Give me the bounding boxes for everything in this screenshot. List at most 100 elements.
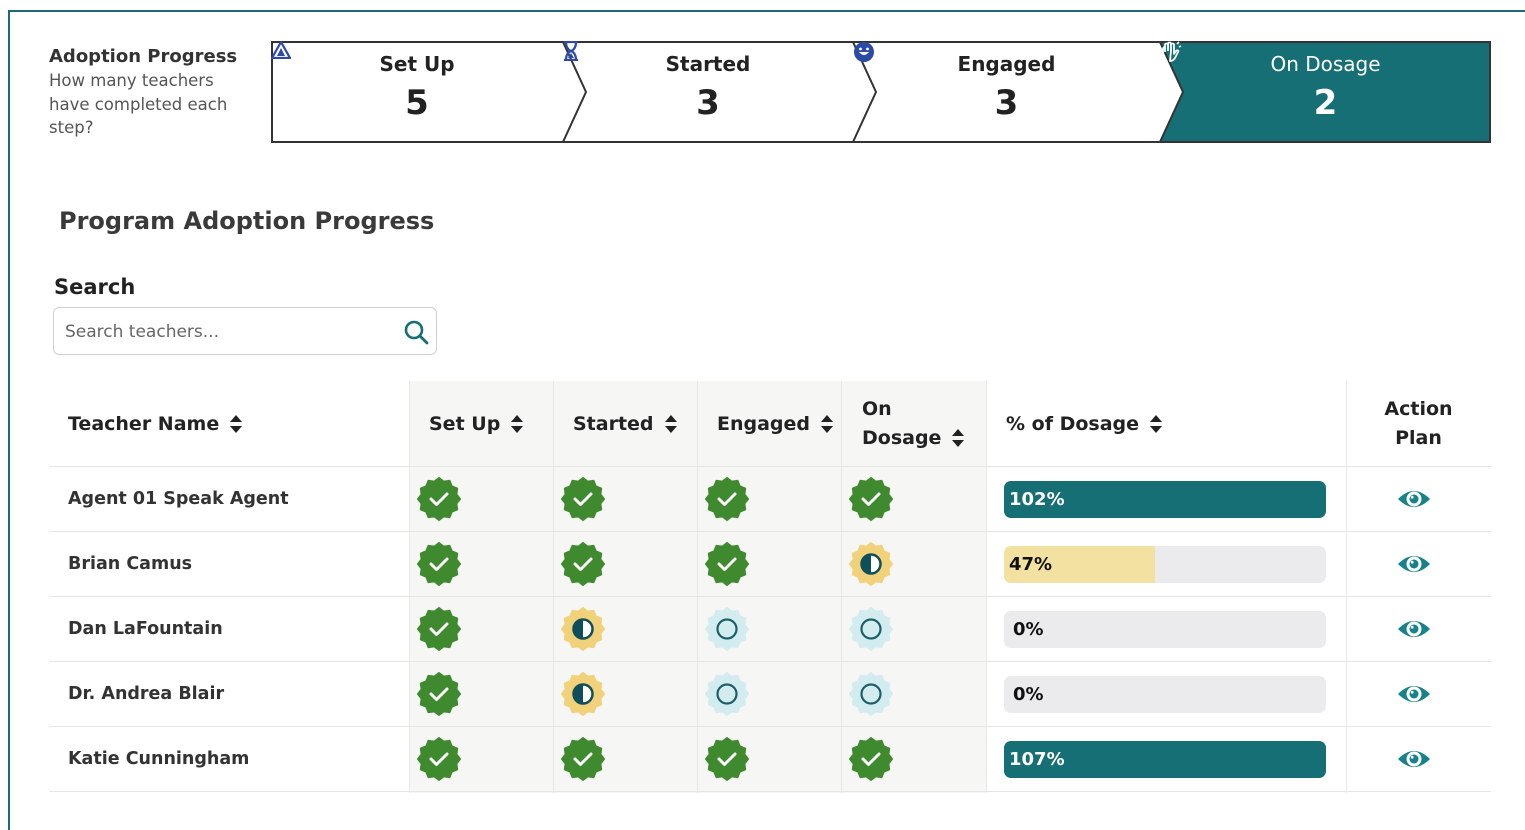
step-on-dosage-count: 2 <box>1313 83 1338 123</box>
table-row: Dr. Andrea Blair 0% <box>49 662 1491 727</box>
dosage-progress-bar: 47% <box>1004 545 1326 583</box>
dosage-progress-bar: 107% <box>1004 740 1326 778</box>
header-engaged[interactable]: Engaged <box>717 381 834 466</box>
page-title: Program Adoption Progress <box>59 207 435 235</box>
teacher-name: Dr. Andrea Blair <box>68 684 225 704</box>
status-engaged <box>697 597 749 661</box>
step-started: Started 3 <box>563 41 853 143</box>
dosage-progress-bar: 0% <box>1004 675 1326 713</box>
dosage-cell: 107% <box>986 727 1326 791</box>
step-setup: Set Up 5 <box>271 41 563 143</box>
table-row: Agent 01 Speak Agent 102% <box>49 467 1491 532</box>
status-started <box>553 597 605 661</box>
check-badge-icon <box>705 477 749 521</box>
adoption-progress-description: How many teachers have completed each st… <box>49 71 228 137</box>
action-plan-cell <box>1346 662 1481 726</box>
status-engaged <box>697 467 749 531</box>
status-setup <box>409 597 461 661</box>
step-on-dosage-label: On Dosage <box>1270 52 1381 76</box>
teacher-name: Katie Cunningham <box>68 749 250 769</box>
dosage-progress-bar: 0% <box>1004 610 1326 648</box>
step-setup-label: Set Up <box>379 52 455 76</box>
status-started <box>553 467 605 531</box>
smile-icon <box>854 42 874 62</box>
check-badge-icon <box>417 542 461 586</box>
status-engaged <box>697 727 749 791</box>
sort-icon <box>230 414 243 433</box>
check-badge-icon <box>561 737 605 781</box>
half-circle-badge-icon <box>561 672 605 716</box>
check-badge-icon <box>417 737 461 781</box>
sort-icon <box>664 414 677 433</box>
action-plan-cell <box>1346 467 1481 531</box>
half-circle-badge-icon <box>561 607 605 651</box>
header-started[interactable]: Started <box>573 381 678 466</box>
table-row: Katie Cunningham 107% <box>49 727 1491 792</box>
header-percent-dosage[interactable]: % of Dosage <box>1006 381 1163 466</box>
dosage-percent: 0% <box>1013 618 1044 640</box>
search-label: Search <box>54 275 136 299</box>
check-badge-icon <box>417 607 461 651</box>
check-badge-icon <box>705 737 749 781</box>
teacher-name: Agent 01 Speak Agent <box>68 489 289 509</box>
view-eye-icon[interactable] <box>1396 741 1432 777</box>
dosage-percent: 107% <box>1009 748 1065 770</box>
action-plan-cell <box>1346 727 1481 791</box>
sort-icon <box>952 429 965 447</box>
empty-circle-badge-icon <box>849 607 893 651</box>
adoption-progress-title: Adoption Progress <box>49 46 238 67</box>
adoption-steps: Set Up 5 Started 3 Engaged 3 On Dosage 2 <box>271 41 1491 143</box>
dosage-percent: 47% <box>1009 553 1053 575</box>
waving-hand-icon <box>1162 41 1182 62</box>
status-setup <box>409 467 461 531</box>
dosage-cell: 0% <box>986 662 1326 726</box>
empty-circle-badge-icon <box>849 672 893 716</box>
step-setup-count: 5 <box>405 83 429 123</box>
hourglass-icon <box>564 41 578 61</box>
header-action-plan: Action Plan <box>1384 397 1453 449</box>
empty-circle-badge-icon <box>705 607 749 651</box>
check-badge-icon <box>705 542 749 586</box>
status-setup <box>409 662 461 726</box>
status-started <box>553 727 605 791</box>
table-header-row: Teacher Name Set Up Started Engaged On D… <box>49 381 1491 467</box>
teacher-name: Brian Camus <box>68 554 193 574</box>
check-badge-icon <box>849 737 893 781</box>
view-eye-icon[interactable] <box>1396 611 1432 647</box>
action-plan-cell <box>1346 532 1481 596</box>
check-badge-icon <box>561 477 605 521</box>
sort-icon <box>1150 414 1163 433</box>
header-set-up[interactable]: Set Up <box>429 381 524 466</box>
view-eye-icon[interactable] <box>1396 546 1432 582</box>
step-started-count: 3 <box>696 83 720 123</box>
adoption-progress-label: Adoption Progress How many teachers have… <box>49 45 259 140</box>
status-engaged <box>697 532 749 596</box>
status-on-dosage <box>841 597 893 661</box>
check-badge-icon <box>849 477 893 521</box>
step-engaged-count: 3 <box>994 83 1019 123</box>
check-badge-icon <box>561 542 605 586</box>
view-eye-icon[interactable] <box>1396 481 1432 517</box>
dosage-percent: 102% <box>1009 488 1065 510</box>
dosage-cell: 47% <box>986 532 1326 596</box>
dosage-progress-bar: 102% <box>1004 480 1326 518</box>
status-on-dosage <box>841 662 893 726</box>
search-icon[interactable] <box>402 318 430 346</box>
warning-triangle-icon <box>271 41 291 59</box>
view-eye-icon[interactable] <box>1396 676 1432 712</box>
sort-icon <box>511 414 524 433</box>
table-row: Brian Camus 47% <box>49 532 1491 597</box>
step-engaged: Engaged 3 <box>853 41 1160 143</box>
status-on-dosage <box>841 532 893 596</box>
step-on-dosage: On Dosage 2 <box>1160 41 1491 143</box>
header-on-dosage[interactable]: On Dosage <box>862 381 965 466</box>
sort-icon <box>821 414 834 433</box>
header-teacher-name[interactable]: Teacher Name <box>68 381 243 466</box>
status-on-dosage <box>841 727 893 791</box>
step-started-label: Started <box>665 52 751 76</box>
status-on-dosage <box>841 467 893 531</box>
dosage-cell: 0% <box>986 597 1326 661</box>
search-box <box>53 307 437 356</box>
teacher-name: Dan LaFountain <box>68 619 223 639</box>
search-input[interactable] <box>54 308 407 356</box>
